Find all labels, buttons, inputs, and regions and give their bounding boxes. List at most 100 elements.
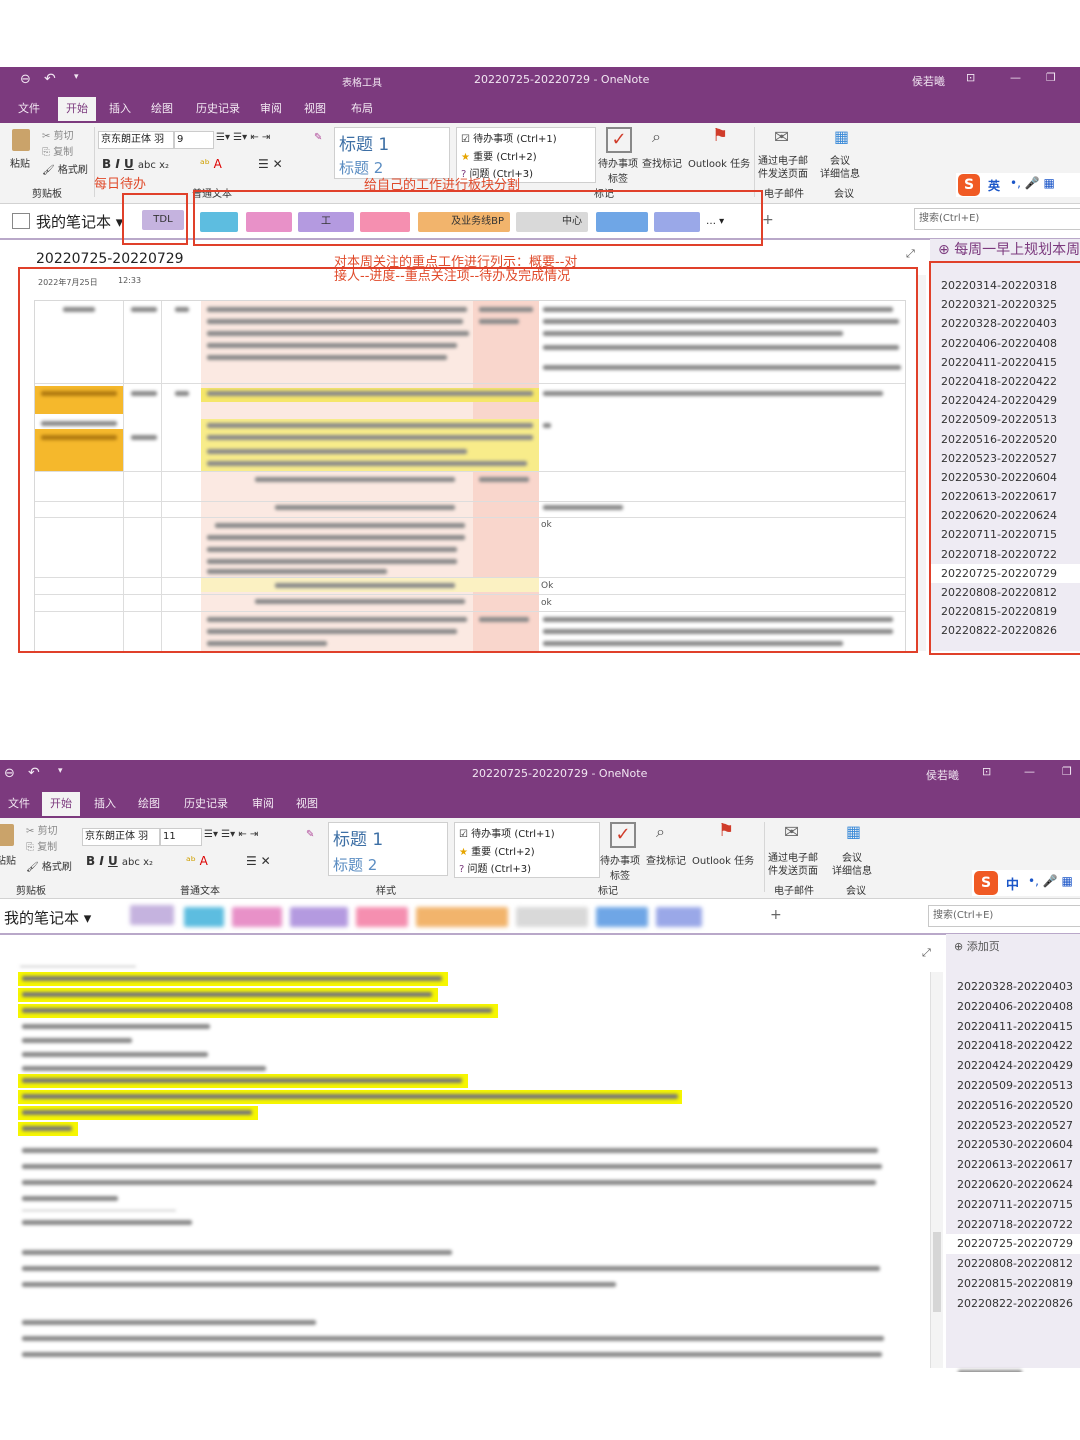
tab-review[interactable]: 审阅 [244, 792, 282, 816]
restore-icon[interactable]: ❐ [1046, 71, 1056, 84]
add-section-icon[interactable]: + [770, 907, 782, 923]
outlook-task-button[interactable]: Outlook 任务 [692, 852, 754, 867]
quick-access-icon[interactable]: ▾ [74, 72, 79, 82]
minimize-icon[interactable]: — [1010, 71, 1021, 84]
bullets-icon[interactable]: ☰▾ ☰▾ ⇤ ⇥ [204, 829, 258, 840]
font-size-select[interactable]: 11 [160, 828, 202, 846]
clear-format-icon[interactable]: ✎ [306, 829, 314, 840]
page-item[interactable]: 20220411-20220415 [946, 1017, 1080, 1037]
todo-tag-button[interactable]: 待办事项 标签 [600, 852, 640, 882]
email-page-button[interactable]: 通过电子邮 件发送页面 [768, 852, 818, 878]
ime-tools-icon[interactable]: •, 🎤 ▦ [1010, 176, 1055, 190]
back-icon[interactable]: ⊖ [4, 766, 15, 781]
scrollbar[interactable] [930, 972, 943, 1368]
notebook-selector[interactable]: 我的笔记本 ▾ [36, 211, 123, 232]
undo-icon[interactable]: ↶ [44, 71, 56, 87]
tab-history[interactable]: 历史记录 [176, 792, 236, 816]
back-icon[interactable]: ⊖ [20, 72, 31, 87]
align-icon[interactable]: ☰ ✕ [258, 157, 283, 171]
paste-icon[interactable] [0, 824, 14, 846]
page-item[interactable]: 20220406-20220408 [946, 997, 1080, 1017]
tab-draw[interactable]: 绘图 [143, 97, 181, 121]
highlight-icon[interactable]: ᵃᵇ A [186, 854, 208, 868]
tag-question[interactable]: ? 问题 (Ctrl+3) [455, 859, 599, 876]
user-name[interactable]: 侯若曦 [912, 73, 945, 89]
font-name-select[interactable]: 京东朗正体 羽 [98, 131, 174, 149]
tab-history[interactable]: 历史记录 [188, 97, 248, 121]
undo-icon[interactable]: ↶ [28, 765, 40, 781]
page-item[interactable]: 20220530-20220604 [946, 1135, 1080, 1155]
ime-tools-icon[interactable]: •, 🎤 ▦ [1028, 874, 1073, 888]
font-name-select[interactable]: 京东朗正体 羽 [82, 828, 160, 846]
ime-toolbar[interactable]: S 英 •, 🎤 ▦ [956, 173, 1080, 197]
tab-file[interactable]: 文件 [0, 792, 38, 816]
clear-format-icon[interactable]: ✎ [314, 132, 322, 143]
quick-access-icon[interactable]: ▾ [58, 766, 63, 776]
page-item[interactable]: 20220509-20220513 [946, 1076, 1080, 1096]
email-icon[interactable]: ✉ [784, 822, 799, 843]
page-content[interactable] [0, 940, 920, 1370]
meeting-icon[interactable]: ▦ [846, 822, 861, 841]
copy-button[interactable]: ⎘ 复制 [42, 143, 73, 158]
page-item[interactable]: 20220328-20220403 [946, 977, 1080, 997]
restore-icon[interactable]: ❐ [1062, 765, 1072, 778]
style-heading2[interactable]: 标题 2 [329, 852, 447, 877]
page-item[interactable]: 20220523-20220527 [946, 1116, 1080, 1136]
tag-important[interactable]: ★ 重要 (Ctrl+2) [457, 147, 595, 164]
style-heading1[interactable]: 标题 1 [335, 128, 449, 157]
paste-button[interactable]: 粘贴 [10, 155, 30, 170]
page-item[interactable]: 20220516-20220520 [946, 1096, 1080, 1116]
outlook-task-button[interactable]: Outlook 任务 [688, 155, 750, 170]
cut-button[interactable]: ✂ 剪切 [26, 822, 58, 837]
tab-draw[interactable]: 绘图 [130, 792, 168, 816]
notebook-icon[interactable] [12, 213, 30, 229]
page-item[interactable]: 20220808-20220812 [946, 1254, 1080, 1274]
todo-tag-button[interactable]: 待办事项 标签 [598, 155, 638, 185]
find-tags-button[interactable]: 查找标记 [646, 852, 686, 867]
meeting-icon[interactable]: ▦ [834, 127, 849, 146]
expand-icon[interactable]: ⤢ [906, 247, 915, 261]
tab-file[interactable]: 文件 [10, 97, 48, 121]
cut-button[interactable]: ✂ 剪切 [42, 127, 74, 142]
add-page-button[interactable]: ⊕ 添加页 [954, 938, 1000, 954]
meeting-details-button[interactable]: 会议 详细信息 [832, 852, 872, 878]
page-item[interactable]: 20220822-20220826 [946, 1294, 1080, 1314]
style-heading1[interactable]: 标题 1 [329, 823, 447, 852]
copy-button[interactable]: ⎘ 复制 [26, 838, 57, 853]
align-icon[interactable]: ☰ ✕ [246, 854, 271, 868]
section-tab[interactable] [596, 907, 648, 927]
tag-todo[interactable]: ☑ 待办事项 (Ctrl+1) [457, 128, 595, 147]
bullets-icon[interactable]: ☰▾ ☰▾ ⇤ ⇥ [216, 132, 270, 143]
styles-gallery[interactable]: 标题 1 标题 2 [328, 822, 448, 876]
font-style-icons[interactable]: B I U abc x₂ [86, 854, 153, 868]
tags-gallery[interactable]: ☑ 待办事项 (Ctrl+1) ★ 重要 (Ctrl+2) ? 问题 (Ctrl… [456, 127, 596, 183]
tab-view[interactable]: 视图 [296, 97, 334, 121]
ribbon-display-icon[interactable]: ⊡ [982, 765, 991, 778]
section-tab[interactable] [184, 907, 224, 927]
tag-todo[interactable]: ☑ 待办事项 (Ctrl+1) [455, 823, 599, 842]
email-page-button[interactable]: 通过电子邮 件发送页面 [758, 155, 808, 181]
add-section-icon[interactable]: + [762, 212, 774, 228]
ribbon-display-icon[interactable]: ⊡ [966, 71, 975, 84]
page-item[interactable]: 20220815-20220819 [946, 1274, 1080, 1294]
find-tags-button[interactable]: 查找标记 [642, 155, 682, 170]
page-item[interactable]: 20220711-20220715 [946, 1195, 1080, 1215]
section-tab[interactable] [416, 907, 508, 927]
page-title[interactable]: 20220725-20220729 [36, 251, 184, 267]
highlight-icon[interactable]: ᵃᵇ A [200, 157, 222, 171]
font-style-icons[interactable]: B I U abc x₂ [102, 157, 169, 171]
paste-icon[interactable] [12, 129, 30, 151]
tab-review[interactable]: 审阅 [252, 97, 290, 121]
page-item[interactable]: 20220418-20220422 [946, 1036, 1080, 1056]
tab-insert[interactable]: 插入 [101, 97, 139, 121]
search-box[interactable]: 搜索(Ctrl+E) [914, 208, 1080, 230]
scrollbar[interactable] [918, 275, 926, 651]
styles-gallery[interactable]: 标题 1 标题 2 [334, 127, 450, 179]
scrollbar-thumb[interactable] [933, 1232, 941, 1312]
ime-language[interactable]: 英 [988, 177, 1000, 194]
page-item[interactable]: 20220620-20220624 [946, 1175, 1080, 1195]
style-heading2[interactable]: 标题 2 [335, 157, 449, 178]
tab-view[interactable]: 视图 [288, 792, 326, 816]
tab-insert[interactable]: 插入 [86, 792, 124, 816]
tab-home[interactable]: 开始 [42, 792, 80, 816]
